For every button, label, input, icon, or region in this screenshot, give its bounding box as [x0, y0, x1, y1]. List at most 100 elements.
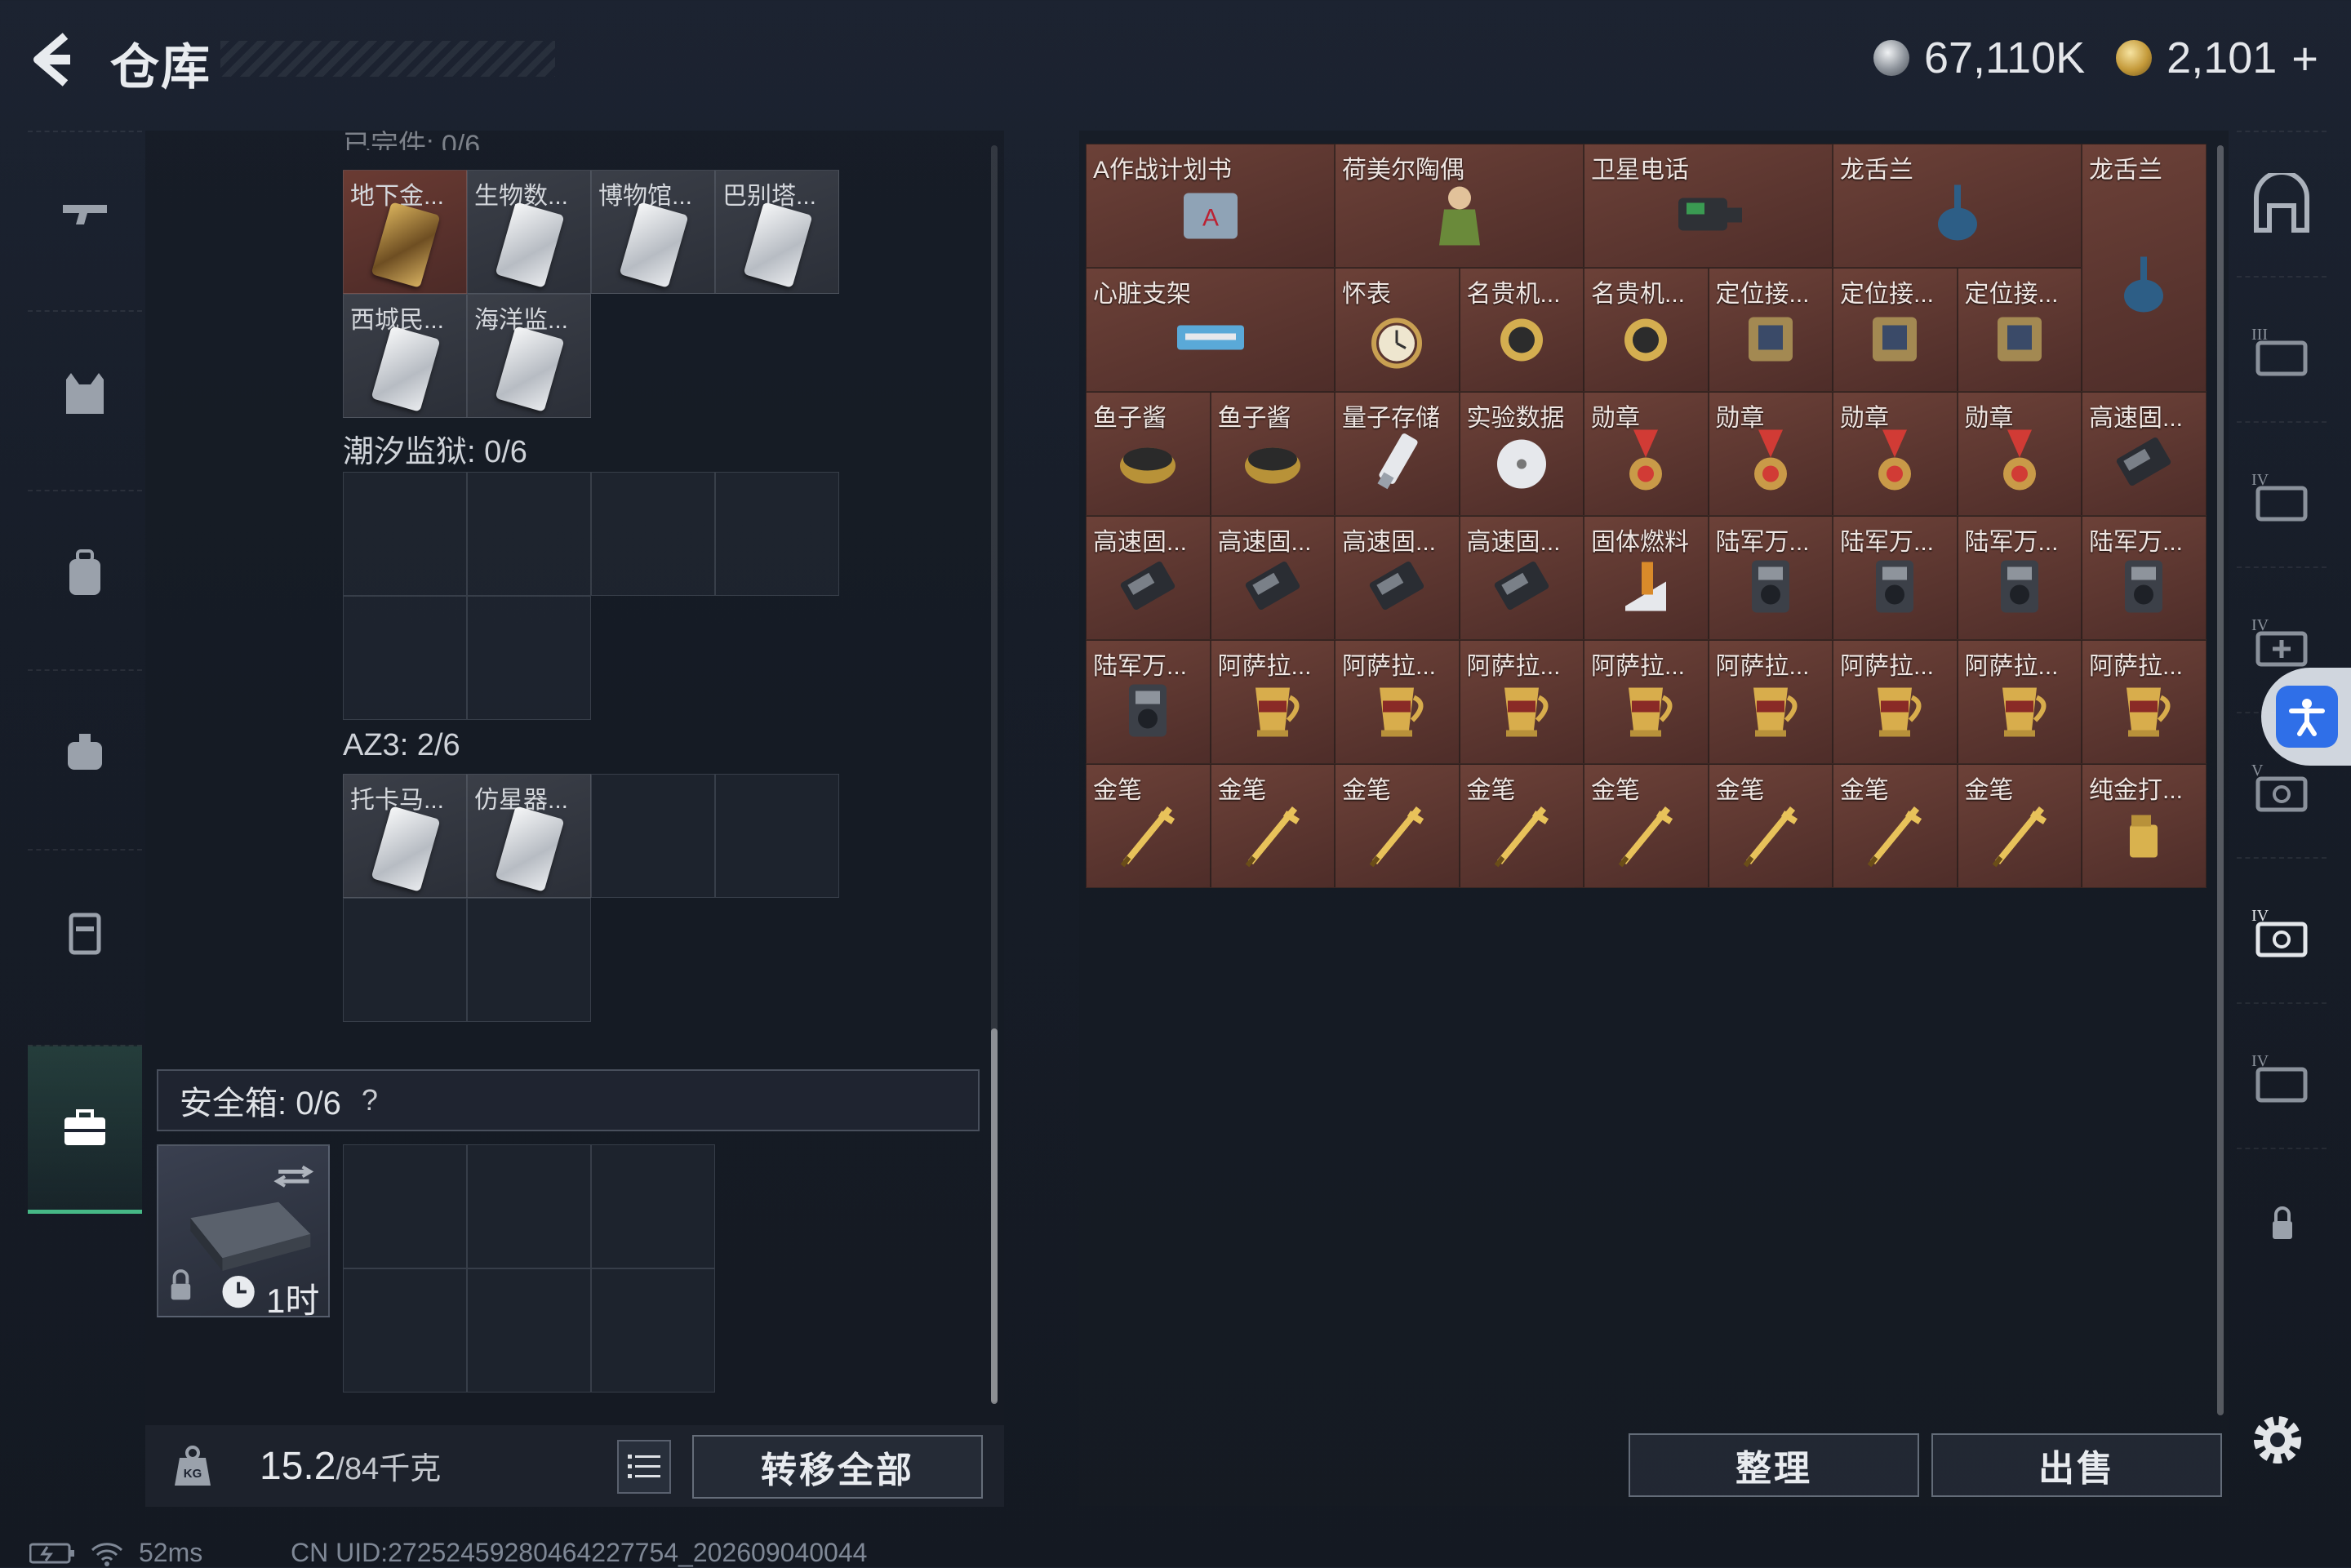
empty-slot[interactable]	[591, 774, 715, 898]
storage-item[interactable]: 勋章	[1584, 392, 1709, 516]
storage-item[interactable]: 纯金打...	[2082, 764, 2207, 888]
storage-item[interactable]: 金笔	[1086, 764, 1211, 888]
empty-slot[interactable]	[467, 596, 591, 720]
storage-item[interactable]: 高速固...	[2082, 392, 2207, 516]
nav-container[interactable]	[28, 849, 142, 1014]
storage-item[interactable]: 名贵机...	[1584, 268, 1709, 392]
storage-item[interactable]: 心脏支架	[1086, 268, 1335, 392]
storage-item[interactable]: 金笔	[1335, 764, 1460, 888]
empty-slot[interactable]	[343, 472, 467, 596]
collection-item[interactable]: 地下金...	[343, 170, 467, 294]
storage-item[interactable]: 高速固...	[1086, 516, 1211, 640]
storage-item[interactable]: 荷美尔陶偶	[1335, 144, 1584, 268]
collection-item[interactable]: 博物馆...	[591, 170, 715, 294]
storage-item[interactable]: 龙舌兰	[1833, 144, 2082, 268]
nav-backpack[interactable]	[28, 490, 142, 655]
storage-item[interactable]: 阿萨拉...	[1708, 640, 1833, 764]
nav-armor[interactable]	[28, 310, 142, 475]
collection-item[interactable]: 巴别塔...	[715, 170, 839, 294]
empty-slot[interactable]	[467, 898, 591, 1022]
storage-item[interactable]: 金笔	[1957, 764, 2082, 888]
empty-slot[interactable]	[343, 898, 467, 1022]
storage-item[interactable]: 定位接...	[1957, 268, 2082, 392]
collection-item[interactable]: 西城民...	[343, 294, 467, 418]
storage-item[interactable]: 金笔	[1833, 764, 1958, 888]
collection-item[interactable]: 海洋监...	[467, 294, 591, 418]
tab-storage-4-active[interactable]: IV	[2237, 857, 2327, 1004]
storage-item[interactable]: 名贵机...	[1459, 268, 1584, 392]
help-button[interactable]: ?	[353, 1083, 387, 1117]
nav-chest-rig[interactable]	[28, 669, 142, 834]
tab-locked[interactable]	[2237, 1148, 2327, 1295]
back-button[interactable]	[26, 31, 83, 88]
storage-item[interactable]: 金笔	[1459, 764, 1584, 888]
storage-item[interactable]: 定位接...	[1708, 268, 1833, 392]
empty-slot[interactable]	[591, 1268, 715, 1393]
empty-slot[interactable]	[467, 1268, 591, 1393]
storage-item[interactable]: 金笔	[1584, 764, 1709, 888]
empty-slot[interactable]	[715, 774, 839, 898]
storage-item[interactable]: 怀表	[1335, 268, 1460, 392]
accessibility-button[interactable]	[2261, 668, 2351, 766]
safe-box-item[interactable]: 1时	[157, 1144, 330, 1320]
empty-slot[interactable]	[467, 472, 591, 596]
gold-pen-icon	[1858, 797, 1931, 875]
storage-item[interactable]: 金笔	[1210, 764, 1335, 888]
empty-slot[interactable]	[715, 472, 839, 596]
empty-slot[interactable]	[343, 596, 467, 720]
storage-item[interactable]: 金笔	[1708, 764, 1833, 888]
storage-item[interactable]: 鱼子酱	[1086, 392, 1211, 516]
left-scrollbar-thumb[interactable]	[991, 1028, 998, 1404]
storage-item[interactable]: 龙舌兰	[2082, 144, 2207, 392]
tab-storage-4c[interactable]: IV	[2237, 1002, 2327, 1149]
storage-item[interactable]: 陆军万...	[2082, 516, 2207, 640]
storage-item[interactable]: 量子存储	[1335, 392, 1460, 516]
storage-item[interactable]: 高速固...	[1335, 516, 1460, 640]
storage-item[interactable]: 阿萨拉...	[1584, 640, 1709, 764]
storage-item[interactable]: 定位接...	[1833, 268, 1958, 392]
tab-storage-4a[interactable]: IV	[2237, 421, 2327, 568]
empty-slot[interactable]	[591, 1144, 715, 1268]
keycard-icon	[495, 202, 565, 288]
tequila-bottle-icon	[2107, 249, 2180, 326]
storage-item[interactable]: 鱼子酱	[1210, 392, 1335, 516]
storage-item[interactable]: 高速固...	[1210, 516, 1335, 640]
storage-item[interactable]: 阿萨拉...	[1335, 640, 1460, 764]
empty-slot[interactable]	[591, 472, 715, 596]
storage-scrollbar[interactable]	[2217, 145, 2224, 1415]
storage-item[interactable]: 阿萨拉...	[1210, 640, 1335, 764]
transfer-all-button[interactable]: 转移全部	[692, 1435, 983, 1499]
add-currency-button[interactable]: +	[2291, 32, 2318, 85]
tab-storage-home[interactable]	[2237, 131, 2327, 278]
list-view-button[interactable]	[617, 1440, 671, 1494]
storage-item[interactable]: 阿萨拉...	[1833, 640, 1958, 764]
storage-item[interactable]: 阿萨拉...	[1957, 640, 2082, 764]
tab-storage-3[interactable]: III	[2237, 276, 2327, 423]
storage-item[interactable]: 勋章	[1957, 392, 2082, 516]
empty-slot[interactable]	[343, 1144, 467, 1268]
storage-item[interactable]: 实验数据	[1459, 392, 1584, 516]
storage-item[interactable]: 卫星电话	[1584, 144, 1833, 268]
settings-button[interactable]	[2247, 1409, 2309, 1471]
empty-slot[interactable]	[467, 1144, 591, 1268]
storage-item[interactable]: 固体燃料	[1584, 516, 1709, 640]
storage-item[interactable]: 勋章	[1833, 392, 1958, 516]
empty-slot[interactable]	[343, 1268, 467, 1393]
ssd-icon	[1360, 549, 1433, 627]
storage-item[interactable]: A作战计划书 A	[1086, 144, 1335, 268]
storage-item[interactable]: 勋章	[1708, 392, 1833, 516]
storage-item[interactable]: 高速固...	[1459, 516, 1584, 640]
sort-button[interactable]: 整理	[1629, 1433, 1919, 1497]
storage-item[interactable]: 陆军万...	[1708, 516, 1833, 640]
nav-safe-case[interactable]	[28, 1045, 142, 1214]
sell-button[interactable]: 出售	[1931, 1433, 2222, 1497]
nav-weapon[interactable]	[28, 131, 142, 295]
storage-item[interactable]: 阿萨拉...	[2082, 640, 2207, 764]
storage-item[interactable]: 阿萨拉...	[1459, 640, 1584, 764]
storage-item[interactable]: 陆军万...	[1086, 640, 1211, 764]
collection-item[interactable]: 生物数...	[467, 170, 591, 294]
storage-item[interactable]: 陆军万...	[1833, 516, 1958, 640]
az3-item[interactable]: 托卡马...	[343, 774, 467, 898]
storage-item[interactable]: 陆军万...	[1957, 516, 2082, 640]
az3-item[interactable]: 仿星器...	[467, 774, 591, 898]
